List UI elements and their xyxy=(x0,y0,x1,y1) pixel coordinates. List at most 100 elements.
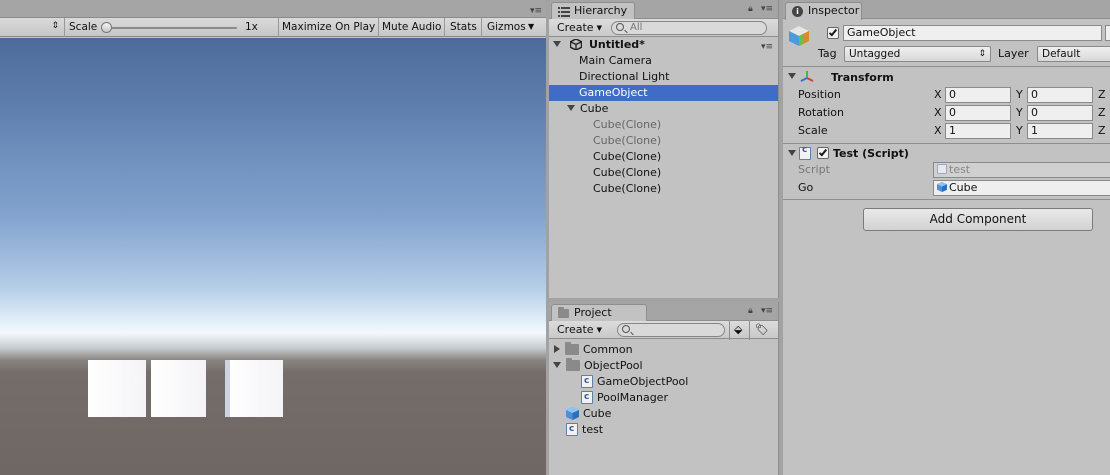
toolbar-divider xyxy=(729,321,730,340)
project-item-poolmanager[interactable]: PoolManager xyxy=(549,389,778,406)
hierarchy-item-cube-clone[interactable]: Cube(Clone) xyxy=(549,133,778,149)
project-item-label: PoolManager xyxy=(597,391,668,404)
project-toolbar: Create ▼ ⬙ 🏷︎ xyxy=(549,321,778,340)
scale-y-field[interactable]: 1 xyxy=(1027,123,1093,139)
create-button[interactable]: Create ▼ xyxy=(553,20,606,36)
tab-inspector[interactable]: i Inspector xyxy=(785,2,862,20)
scale-slider-thumb[interactable] xyxy=(101,22,112,33)
lock-icon[interactable]: 🔒︎ xyxy=(748,4,753,14)
position-x-field[interactable]: 0 xyxy=(945,87,1011,103)
gizmos-dropdown-arrow[interactable]: ▼ xyxy=(528,22,534,31)
position-y-value: 0 xyxy=(1031,88,1038,101)
project-item-gameobjectpool[interactable]: GameObjectPool xyxy=(549,373,778,390)
layer-value: Default xyxy=(1042,48,1081,60)
create-label: Create xyxy=(557,323,594,336)
project-item-common[interactable]: Common xyxy=(549,342,778,358)
chevron-updown-icon: ⇕ xyxy=(978,49,986,59)
axis-y-label: Y xyxy=(1016,124,1023,137)
unity-scene-icon xyxy=(569,39,582,50)
hierarchy-item-label: Cube(Clone) xyxy=(593,166,662,179)
hierarchy-item-label: GameObject xyxy=(579,86,648,99)
panel-menu-icon[interactable]: ▾≡ xyxy=(761,306,773,316)
tab-hierarchy[interactable]: Hierarchy xyxy=(551,2,635,20)
script-enabled-checkbox[interactable] xyxy=(817,147,829,159)
hierarchy-item-cube-clone[interactable]: Cube(Clone) xyxy=(549,117,778,133)
gizmos-toggle[interactable]: Gizmos xyxy=(487,21,526,33)
tag-label: Tag xyxy=(818,47,837,60)
create-button[interactable]: Create ▼ xyxy=(553,322,606,338)
transform-header[interactable]: Transform xyxy=(783,66,1110,86)
game-toolbar: ⇕ Scale 1x Maximize On Play Mute Audio S… xyxy=(0,18,546,37)
project-item-test[interactable]: test xyxy=(549,421,778,438)
search-placeholder: All xyxy=(630,22,643,33)
toolbar-divider xyxy=(749,321,750,340)
collapse-arrow-icon[interactable] xyxy=(788,73,796,79)
hierarchy-item-main-camera[interactable]: Main Camera xyxy=(549,53,778,69)
display-dropdown[interactable]: ⇕ xyxy=(0,19,63,35)
folder-open-icon xyxy=(566,358,580,371)
hierarchy-item-label: Cube(Clone) xyxy=(593,182,662,195)
script-icon xyxy=(566,421,578,437)
axis-z-label: Z xyxy=(1098,124,1106,137)
stats-toggle[interactable]: Stats xyxy=(450,21,477,33)
rotation-label: Rotation xyxy=(798,106,845,119)
project-panel: Project 🔒︎ ▾≡ Create ▼ ⬙ 🏷︎ Common Object… xyxy=(549,302,779,475)
axis-x-label: X xyxy=(934,124,942,137)
active-checkbox[interactable] xyxy=(827,27,839,39)
collapse-arrow-icon[interactable] xyxy=(788,150,796,156)
folder-icon xyxy=(558,307,569,318)
panel-menu-icon[interactable]: ▾≡ xyxy=(761,4,773,14)
gameobject-cube-icon xyxy=(789,26,809,46)
position-y-field[interactable]: 0 xyxy=(1027,87,1093,103)
layer-dropdown[interactable]: Default xyxy=(1037,46,1110,62)
toolbar-divider xyxy=(278,18,279,37)
checkmark-icon xyxy=(828,27,838,37)
scale-x-field[interactable]: 1 xyxy=(945,123,1011,139)
script-component-header[interactable]: Test (Script) xyxy=(783,143,1110,163)
hierarchy-toolbar: Create ▼ All xyxy=(549,19,778,37)
tag-dropdown[interactable]: Untagged ⇕ xyxy=(844,46,991,62)
panel-menu-icon[interactable]: ▾≡ xyxy=(530,6,542,16)
expand-arrow-icon[interactable] xyxy=(553,41,561,47)
script-icon xyxy=(937,164,947,174)
filter-by-type-icon[interactable]: ⬙ xyxy=(734,323,742,336)
project-search-input[interactable] xyxy=(617,323,725,337)
hierarchy-search-input[interactable]: All xyxy=(611,21,767,35)
project-item-objectpool[interactable]: ObjectPool xyxy=(549,358,778,374)
hierarchy-item-cube[interactable]: Cube xyxy=(549,101,778,117)
tab-project[interactable]: Project xyxy=(551,304,647,322)
object-name-field[interactable]: GameObject xyxy=(843,25,1102,41)
lock-icon[interactable]: 🔒︎ xyxy=(748,306,753,316)
game-tab-bar: ▾≡ xyxy=(0,0,546,18)
expand-arrow-icon[interactable] xyxy=(567,105,575,111)
game-render-canvas[interactable] xyxy=(0,38,546,475)
rotation-x-field[interactable]: 0 xyxy=(945,105,1011,121)
expand-arrow-icon[interactable] xyxy=(553,362,561,368)
rotation-y-field[interactable]: 0 xyxy=(1027,105,1093,121)
scale-slider-track[interactable] xyxy=(104,27,237,29)
mute-audio-toggle[interactable]: Mute Audio xyxy=(382,21,441,33)
scene-row[interactable]: Untitled* ▾≡ xyxy=(549,37,778,53)
component-divider xyxy=(783,199,1110,200)
axis-z-label: Z xyxy=(1098,106,1106,119)
rotation-y-value: 0 xyxy=(1031,106,1038,119)
project-item-cube[interactable]: Cube xyxy=(549,406,778,422)
axis-z-label: Z xyxy=(1098,88,1106,101)
go-object-field[interactable]: Cube xyxy=(933,180,1110,196)
hierarchy-item-directional-light[interactable]: Directional Light xyxy=(549,69,778,85)
hierarchy-item-label: Cube(Clone) xyxy=(593,150,662,163)
hierarchy-item-gameobject[interactable]: GameObject xyxy=(549,85,778,101)
axis-y-label: Y xyxy=(1016,106,1023,119)
maximize-on-play-toggle[interactable]: Maximize On Play xyxy=(282,21,375,33)
project-item-label: test xyxy=(582,423,604,436)
hierarchy-item-cube-clone[interactable]: Cube(Clone) xyxy=(549,165,778,181)
hierarchy-item-cube-clone[interactable]: Cube(Clone) xyxy=(549,181,778,197)
static-checkbox[interactable] xyxy=(1105,25,1110,41)
position-label: Position xyxy=(798,88,841,101)
expand-arrow-icon[interactable] xyxy=(554,345,560,353)
inspector-panel: i Inspector GameObject Tag Untagged ⇕ Lay… xyxy=(783,0,1110,475)
hierarchy-item-cube-clone[interactable]: Cube(Clone) xyxy=(549,149,778,165)
add-component-button[interactable]: Add Component xyxy=(863,208,1093,231)
scale-label: Scale xyxy=(69,21,98,33)
filter-by-label-icon[interactable]: 🏷︎ xyxy=(755,323,769,336)
